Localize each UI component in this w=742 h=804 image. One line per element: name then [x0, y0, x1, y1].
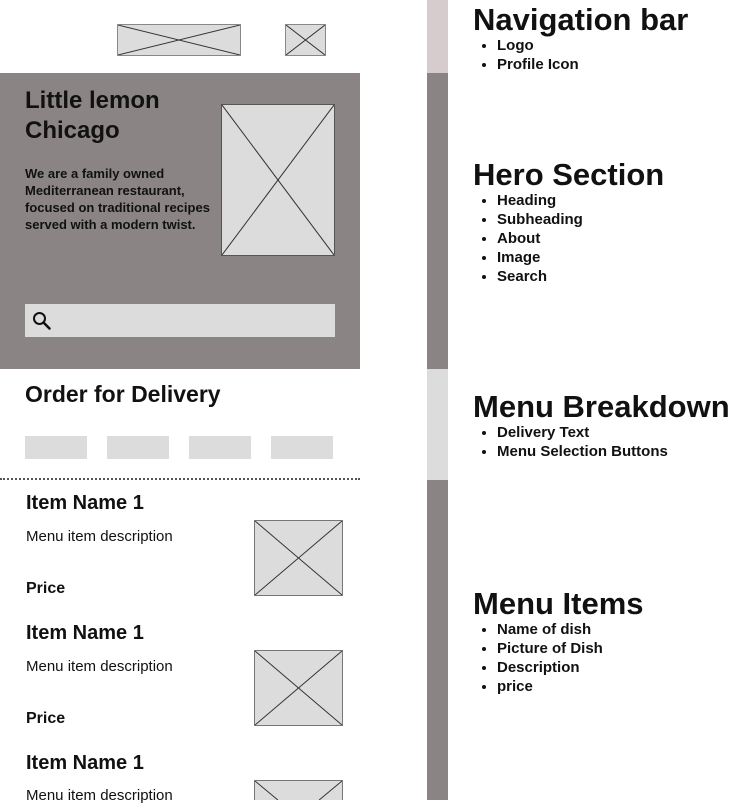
menu-selection-button-3[interactable] — [189, 436, 251, 459]
hero-description: We are a family owned Mediterranean rest… — [25, 166, 210, 232]
item-price: Price — [26, 710, 66, 727]
item-description: Menu item description — [26, 658, 173, 675]
item-description: Menu item description — [26, 787, 173, 804]
annotation-title: Menu Items — [473, 586, 644, 621]
delivery-heading: Order for Delivery — [25, 381, 221, 407]
annotation-item: Subheading — [497, 210, 583, 229]
bar-hero — [427, 73, 448, 369]
annotation-list: Delivery Text Menu Selection Buttons — [497, 423, 668, 461]
annotation-item: Heading — [497, 191, 583, 210]
item-name: Item Name 1 — [26, 492, 144, 514]
item-image-placeholder — [254, 780, 343, 800]
annotation-title: Hero Section — [473, 157, 665, 192]
annotation-item: Name of dish — [497, 620, 603, 639]
annotation-item: price — [497, 677, 603, 696]
item-image-placeholder — [254, 650, 343, 726]
bar-menu-items — [427, 480, 448, 800]
item-name: Item Name 1 — [26, 752, 144, 774]
annotation-item: Delivery Text — [497, 423, 668, 442]
annotation-item: Menu Selection Buttons — [497, 442, 668, 461]
annotation-title: Navigation bar — [473, 2, 689, 37]
item-image-placeholder — [254, 520, 343, 596]
annotation-item: Logo — [497, 36, 579, 55]
annotation-item: Search — [497, 267, 583, 286]
menu-selection-button-1[interactable] — [25, 436, 87, 459]
menu-selection-button-4[interactable] — [271, 436, 333, 459]
bar-navigation — [427, 0, 448, 73]
annotation-title: Menu Breakdown — [473, 389, 730, 424]
menu-selection-button-2[interactable] — [107, 436, 169, 459]
annotation-item: Profile Icon — [497, 55, 579, 74]
item-name: Item Name 1 — [26, 622, 144, 644]
annotation-item: Picture of Dish — [497, 639, 603, 658]
profile-icon-placeholder[interactable] — [285, 24, 326, 56]
annotation-list: Name of dish Picture of Dish Description… — [497, 620, 603, 696]
annotation-item: Description — [497, 658, 603, 677]
annotation-item: About — [497, 229, 583, 248]
bar-menu-breakdown — [427, 369, 448, 480]
search-icon — [32, 311, 52, 331]
item-description: Menu item description — [26, 528, 173, 545]
section-divider — [0, 478, 360, 480]
hero-image-placeholder — [221, 104, 335, 256]
annotation-list: Logo Profile Icon — [497, 36, 579, 74]
hero-title: Little lemon Chicago — [25, 87, 160, 144]
logo-placeholder — [117, 24, 241, 56]
annotation-list: Heading Subheading About Image Search — [497, 191, 583, 286]
search-bar[interactable] — [25, 304, 335, 337]
item-price: Price — [26, 580, 66, 597]
annotation-item: Image — [497, 248, 583, 267]
